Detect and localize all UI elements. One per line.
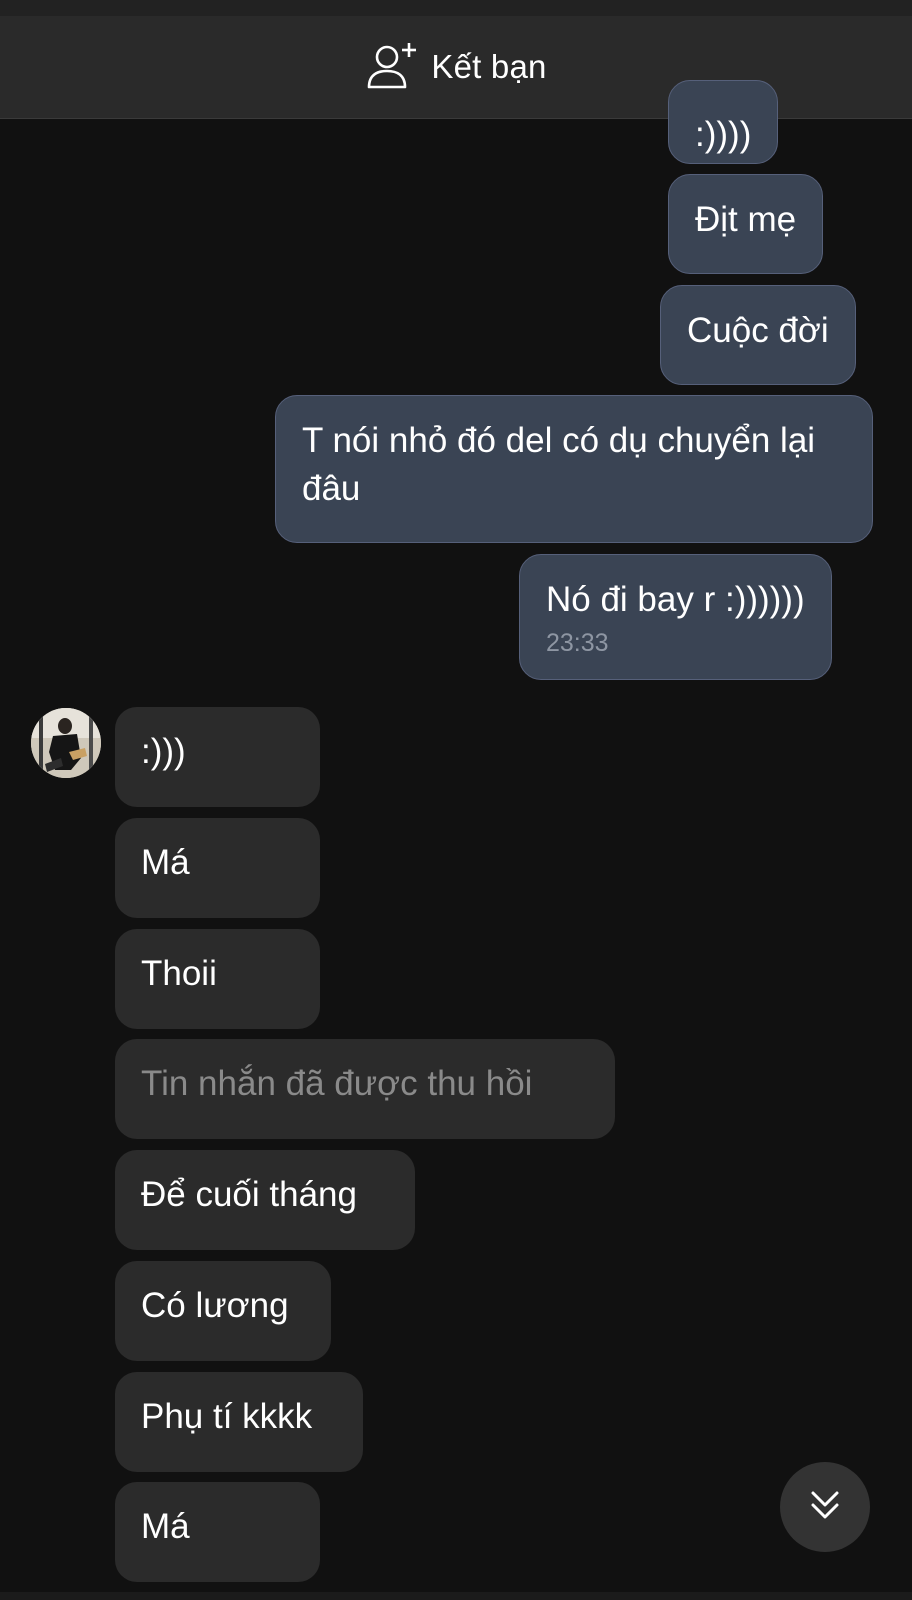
message-text: Cuộc đời	[687, 311, 829, 350]
incoming-message[interactable]: Má	[115, 1482, 320, 1582]
bottom-edge	[0, 1592, 912, 1600]
message-text: Tin nhắn đã được thu hồi	[141, 1064, 533, 1103]
message-text: :))))	[695, 115, 752, 154]
incoming-message[interactable]: Có lương	[115, 1261, 331, 1361]
message-text: Má	[141, 1507, 190, 1546]
message-text: Phụ tí kkkk	[141, 1397, 313, 1436]
outgoing-message[interactable]: Nó đi bay r :)))))) 23:33	[519, 554, 832, 680]
incoming-message[interactable]: Thoii	[115, 929, 320, 1029]
incoming-message[interactable]: :)))	[115, 707, 320, 807]
status-bar	[0, 0, 912, 16]
message-text: T nói nhỏ đó del có dụ chuyển lại đâu	[302, 421, 816, 508]
message-text: Có lương	[141, 1286, 289, 1325]
message-text: Nó đi bay r :))))))	[546, 580, 805, 619]
outgoing-message[interactable]: Cuộc đời	[660, 285, 856, 385]
message-text: Để cuối tháng	[141, 1175, 357, 1214]
add-friend-icon	[365, 39, 421, 95]
message-timestamp: 23:33	[546, 629, 609, 657]
outgoing-message[interactable]: Địt mẹ	[668, 174, 824, 274]
message-text: Thoii	[141, 954, 217, 993]
incoming-message[interactable]: Để cuối tháng	[115, 1150, 415, 1250]
recalled-message: Tin nhắn đã được thu hồi	[115, 1039, 615, 1139]
message-text: :)))	[141, 732, 186, 771]
contact-avatar[interactable]	[31, 708, 101, 778]
message-text: Địt mẹ	[695, 200, 797, 239]
chat-screen: Kết bạn :)))) Địt mẹ Cuộc đời T nói nhỏ …	[0, 0, 912, 1600]
add-friend-label: Kết bạn	[431, 48, 547, 85]
double-chevron-down-icon	[805, 1485, 845, 1530]
outgoing-message[interactable]: T nói nhỏ đó del có dụ chuyển lại đâu	[275, 395, 873, 543]
incoming-message[interactable]: Phụ tí kkkk	[115, 1372, 363, 1472]
outgoing-message[interactable]: :))))	[668, 80, 779, 164]
incoming-message[interactable]: Má	[115, 818, 320, 918]
message-text: Má	[141, 843, 190, 882]
scroll-to-bottom-button[interactable]	[780, 1462, 870, 1552]
